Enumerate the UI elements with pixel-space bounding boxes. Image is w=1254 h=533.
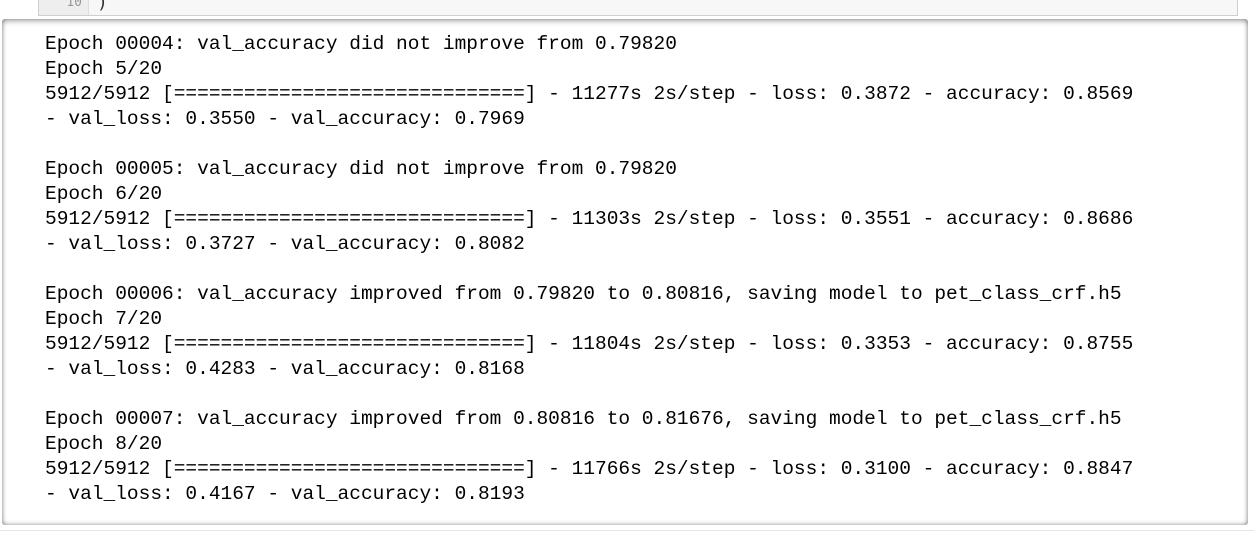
log-line: Epoch 00005: val_accuracy did not improv… [45, 158, 677, 180]
log-line: - val_loss: 0.3550 - val_accuracy: 0.796… [45, 108, 525, 130]
log-line: Epoch 00007: val_accuracy improved from … [45, 408, 1122, 430]
line-number-gutter: 10 [39, 0, 89, 15]
training-log-output: Epoch 00004: val_accuracy did not improv… [45, 32, 1133, 507]
log-line: - val_loss: 0.4283 - val_accuracy: 0.816… [45, 358, 525, 380]
log-line: Epoch 6/20 [45, 183, 163, 205]
log-line: Epoch 5/20 [45, 58, 163, 80]
log-line: Epoch 00004: val_accuracy did not improv… [45, 33, 677, 55]
log-line: 5912/5912 [=============================… [45, 333, 1134, 355]
cell-output-scroll-area[interactable]: Epoch 00004: val_accuracy did not improv… [2, 19, 1248, 525]
code-input-cell[interactable]: 10 ) [38, 0, 1238, 16]
notebook-page: 10 ) Epoch 00004: val_accuracy did not i… [0, 0, 1254, 533]
log-line: Epoch 8/20 [45, 433, 163, 455]
log-line: 5912/5912 [=============================… [45, 83, 1134, 105]
code-line[interactable]: ) [97, 0, 108, 12]
log-line: Epoch 7/20 [45, 308, 163, 330]
log-line: 5912/5912 [=============================… [45, 208, 1134, 230]
cell-divider [0, 530, 1254, 531]
log-line: Epoch 00006: val_accuracy improved from … [45, 283, 1122, 305]
log-line: - val_loss: 0.3727 - val_accuracy: 0.808… [45, 233, 525, 255]
log-line: 5912/5912 [=============================… [45, 458, 1134, 480]
log-line: - val_loss: 0.4167 - val_accuracy: 0.819… [45, 483, 525, 505]
